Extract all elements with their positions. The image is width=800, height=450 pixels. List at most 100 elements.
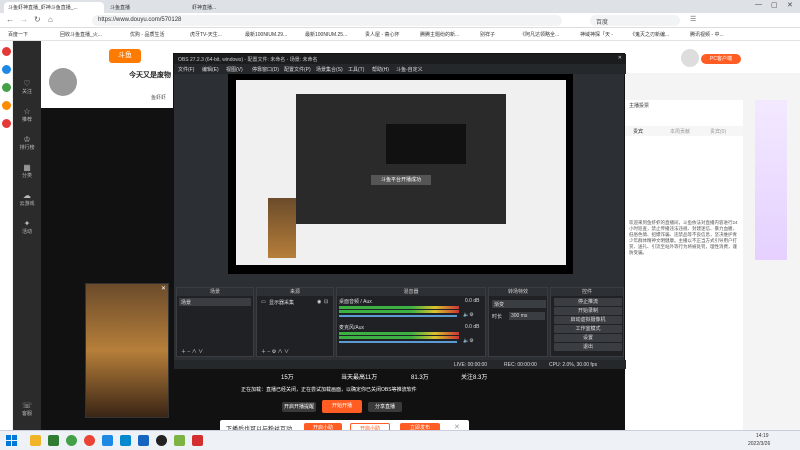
wechat-icon[interactable] bbox=[66, 435, 77, 446]
tab-vip[interactable]: 贵宾 bbox=[633, 128, 643, 135]
tab-weekly[interactable]: 本周贡献 bbox=[670, 128, 690, 135]
nav-item[interactable]: ☆ 推荐 bbox=[13, 107, 41, 123]
obs-icon[interactable] bbox=[156, 435, 167, 446]
bookmark-item[interactable]: 百度一下 bbox=[8, 31, 28, 38]
close-icon[interactable]: ✕ bbox=[161, 285, 166, 292]
nav-item[interactable]: ☏ 客服 bbox=[13, 401, 41, 417]
sidebar-app-icon[interactable] bbox=[2, 119, 11, 128]
reload-icon[interactable]: ↻ bbox=[34, 15, 41, 24]
share-button[interactable]: 分享直播 bbox=[368, 402, 402, 412]
bookmark-item[interactable]: 贵人屋 - 斋心怀 bbox=[365, 31, 399, 38]
volume-slider[interactable] bbox=[339, 315, 457, 317]
taskbar: 14:19 2022/3/26 bbox=[0, 430, 800, 450]
window-controls[interactable]: — ▢ ✕ bbox=[725, 1, 800, 12]
browser-tab[interactable]: 斗鱼直播 bbox=[106, 2, 186, 13]
url-field[interactable]: https://www.douyu.com/570128 bbox=[92, 15, 562, 26]
pc-client-button[interactable]: PC客户端 bbox=[701, 54, 741, 64]
extensions-icon[interactable]: ☰ bbox=[690, 15, 696, 23]
add-icon[interactable]: ＋ − ∧ ∨ bbox=[181, 348, 203, 355]
bookmark-item[interactable]: 虎牙TV-天生... bbox=[190, 31, 222, 38]
start-live-button[interactable]: 开始开播 bbox=[322, 400, 362, 413]
scene-item[interactable]: 场景 bbox=[179, 298, 251, 306]
bookmark-item[interactable]: 腾腾主题纷的新... bbox=[420, 31, 459, 38]
obs-preview[interactable]: 斗鱼平台开播成功 bbox=[228, 74, 573, 274]
close-icon[interactable]: ✕ bbox=[618, 55, 622, 61]
browser-tab[interactable]: 虾神直播... bbox=[188, 2, 248, 13]
app-icon[interactable] bbox=[102, 435, 113, 446]
menu-tools[interactable]: 工具(T) bbox=[348, 66, 364, 73]
home-icon[interactable]: ⌂ bbox=[48, 15, 53, 24]
bookmark-item[interactable]: 别祥子 bbox=[480, 31, 495, 38]
chrome-icon[interactable] bbox=[84, 435, 95, 446]
bookmark-item[interactable]: 回收斗鱼直播_火... bbox=[60, 31, 102, 38]
sidebar-app-icon[interactable] bbox=[2, 83, 11, 92]
tab-vip-count[interactable]: 贵宾(0) bbox=[710, 128, 726, 135]
bookmark-item[interactable]: 《鬼灭之刃新编... bbox=[630, 31, 669, 38]
volume-slider[interactable] bbox=[339, 341, 457, 343]
nav-item[interactable]: ♔ 排行榜 bbox=[13, 135, 41, 151]
clock-time[interactable]: 14:19 bbox=[756, 433, 769, 439]
forward-icon[interactable]: → bbox=[20, 15, 28, 24]
menu-help[interactable]: 帮助(H) bbox=[372, 66, 389, 73]
close-icon[interactable]: ✕ bbox=[787, 1, 793, 9]
avatar[interactable] bbox=[681, 49, 699, 67]
studio-mode-button[interactable]: 工作室模式 bbox=[554, 325, 622, 333]
bookmark-item[interactable]: 最新100NIUM.25... bbox=[305, 31, 347, 38]
start-recording-button[interactable]: 开始录制 bbox=[554, 307, 622, 315]
start-live-label: 开始开播 bbox=[331, 403, 352, 409]
lock-icon[interactable]: ⊡ bbox=[324, 299, 328, 305]
nav-item[interactable]: ♡ 关注 bbox=[13, 79, 41, 95]
bookmark-item[interactable]: 《阿凡达领略全... bbox=[520, 31, 559, 38]
minimize-icon[interactable]: — bbox=[755, 1, 762, 8]
bookmark-item[interactable]: 优购 - 品质生活 bbox=[130, 31, 164, 38]
sidebar-app-icon[interactable] bbox=[2, 101, 11, 110]
back-icon[interactable]: ← bbox=[6, 15, 14, 24]
app-icon[interactable] bbox=[138, 435, 149, 446]
eye-icon[interactable]: ◉ bbox=[317, 299, 321, 305]
menu-view[interactable]: 视图(V) bbox=[226, 66, 243, 73]
url-text: https://www.douyu.com/570128 bbox=[98, 17, 182, 23]
trophy-icon: ♔ bbox=[23, 135, 31, 144]
speaker-icon[interactable]: 🔈⚙ bbox=[463, 312, 474, 318]
menu-edit[interactable]: 编辑(E) bbox=[202, 66, 219, 73]
bookmark-item[interactable]: 腾讯视频 - 中... bbox=[690, 31, 724, 38]
exit-button[interactable]: 退出 bbox=[554, 343, 622, 351]
source-item[interactable]: ▭ 显示器采集 ◉ ⊡ bbox=[259, 298, 331, 306]
speaker-icon[interactable]: 🔈⚙ bbox=[463, 338, 474, 344]
nav-item[interactable]: ✦ 活动 bbox=[13, 219, 41, 235]
nav-item[interactable]: ▦ 分类 bbox=[13, 163, 41, 179]
left-ad-banner[interactable]: ✕ bbox=[85, 283, 169, 418]
right-ad-banner[interactable] bbox=[755, 100, 787, 260]
menu-profile[interactable]: 配置文件(P) bbox=[284, 66, 311, 73]
menu-scene-collection[interactable]: 场景集合(S) bbox=[316, 66, 343, 73]
start-icon[interactable] bbox=[6, 435, 17, 446]
sidebar-app-icon[interactable] bbox=[2, 65, 11, 74]
bookmark-item[interactable]: 最新100NIUM.29... bbox=[245, 31, 287, 38]
streamer-avatar[interactable] bbox=[49, 68, 77, 96]
reminder-button[interactable]: 开启开播提醒 bbox=[282, 402, 316, 412]
settings-button[interactable]: 设置 bbox=[554, 334, 622, 342]
menu-docks[interactable]: 停靠窗口(D) bbox=[252, 66, 279, 73]
maximize-icon[interactable]: ▢ bbox=[771, 1, 778, 9]
browser-tab[interactable]: 斗鱼虾神直播_虾神斗鱼直播_... bbox=[4, 2, 104, 13]
app-icon[interactable] bbox=[48, 435, 59, 446]
menu-douyu[interactable]: 斗鱼-自定义 bbox=[396, 66, 423, 73]
virtual-camera-button[interactable]: 启动虚拟摄像机 bbox=[554, 316, 622, 324]
sidebar-app-icon[interactable] bbox=[2, 47, 11, 56]
duration-input[interactable]: 300 ms bbox=[509, 312, 545, 320]
search-box[interactable]: 百度 bbox=[590, 15, 680, 26]
menu-file[interactable]: 文件(F) bbox=[178, 66, 194, 73]
nav-item[interactable]: ☁ 云游戏 bbox=[13, 191, 41, 207]
app-icon[interactable] bbox=[192, 435, 203, 446]
bookmark-item[interactable]: 神域神探「天 - bbox=[580, 31, 613, 38]
stop-streaming-button[interactable]: 停止推流 bbox=[554, 298, 622, 306]
streamer-name[interactable]: 鱼虾虾 bbox=[151, 94, 166, 101]
clock-date[interactable]: 2022/3/26 bbox=[748, 441, 770, 447]
douyu-logo[interactable]: 斗鱼 bbox=[109, 49, 141, 63]
duration-value: 300 ms bbox=[511, 313, 528, 319]
add-icon[interactable]: ＋ − ⚙ ∧ ∨ bbox=[261, 348, 289, 355]
app-icon[interactable] bbox=[120, 435, 131, 446]
file-explorer-icon[interactable] bbox=[30, 435, 41, 446]
app-icon[interactable] bbox=[174, 435, 185, 446]
transition-select[interactable]: 渐变 bbox=[492, 300, 546, 308]
